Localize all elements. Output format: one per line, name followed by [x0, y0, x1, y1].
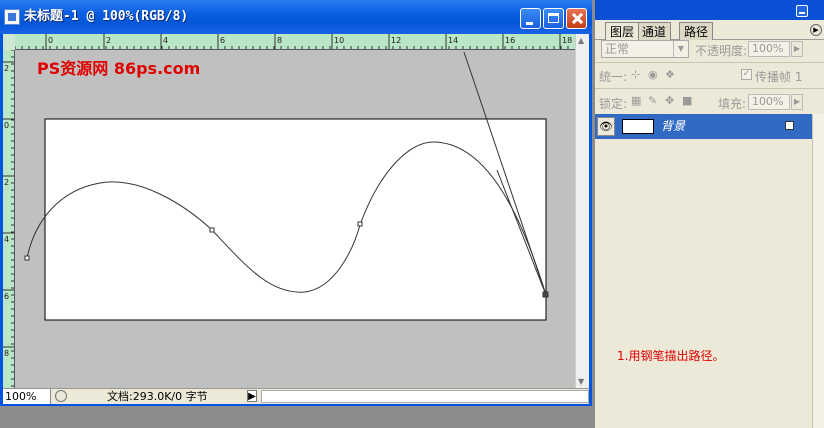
status-bar: 100% 文档:293.0K/0 字节 ▶ — [3, 388, 589, 404]
lock-position-move-icon[interactable]: ✥ — [665, 94, 674, 107]
close-button[interactable] — [566, 8, 587, 29]
anchor-point-start[interactable] — [24, 255, 30, 261]
unify-label: 统一: — [599, 70, 628, 84]
title-bar[interactable]: 未标题-1 @ 100%(RGB/8) — [0, 0, 592, 34]
lock-transparent-icon[interactable]: ▦ — [631, 94, 641, 107]
scroll-up-arrow-icon[interactable]: ▲ — [578, 36, 584, 45]
lock-label: 锁定: — [599, 97, 628, 111]
opacity-label: 不透明度: — [695, 44, 748, 58]
ruler-label: 2 — [4, 64, 9, 73]
opacity-arrow-icon[interactable]: ▶ — [791, 41, 803, 57]
ruler-label: 0 — [48, 36, 53, 45]
ruler-label: 4 — [163, 36, 168, 45]
ruler-label: 16 — [505, 36, 515, 45]
panel-scrollbar[interactable] — [812, 114, 824, 428]
anchor-point[interactable] — [209, 227, 215, 233]
layers-list-area: 1.用钢笔描出路径。 — [595, 139, 812, 428]
layer-name[interactable]: 背景 — [661, 118, 685, 135]
lock-all-icon[interactable]: ■ — [682, 94, 692, 107]
fill-arrow-icon[interactable]: ▶ — [791, 94, 803, 110]
eye-visibility-icon[interactable]: 👁 — [597, 117, 615, 136]
ruler-label: 10 — [334, 36, 344, 45]
canvas-svg[interactable]: PS资源网 86ps.com — [15, 50, 575, 388]
panel-menu-icon[interactable]: ▶ — [810, 24, 822, 36]
canvas-area[interactable]: PS资源网 86ps.com — [15, 50, 575, 388]
document-size-info: 文档:293.0K/0 字节 — [107, 390, 208, 403]
fill-field[interactable]: 100% — [748, 94, 790, 110]
ruler-label: 0 — [4, 121, 9, 130]
layer-lock-icon — [785, 121, 794, 130]
horizontal-ruler[interactable]: 2024681012141618 — [15, 34, 575, 50]
panel-title-bar[interactable] — [595, 0, 824, 20]
vertical-ruler-ticks: 2 0 2 4 6 8 — [3, 50, 14, 387]
workspace-background — [0, 406, 592, 428]
unify-visibility-icon[interactable]: ◉ — [648, 68, 658, 81]
blend-mode-value: 正常 — [605, 42, 630, 56]
ruler-label: 18 — [562, 36, 572, 45]
opacity-field[interactable]: 100% — [748, 41, 790, 57]
ruler-label: 2 — [106, 36, 111, 45]
vertical-ruler[interactable]: 2 0 2 4 6 8 — [3, 50, 15, 388]
document-canvas[interactable] — [44, 118, 547, 321]
panel-minimize-button[interactable] — [796, 5, 808, 17]
photoshop-document-icon — [4, 9, 20, 25]
unify-style-icon[interactable]: ❖ — [665, 68, 675, 81]
ruler-label: 4 — [4, 235, 9, 244]
lock-image-brush-icon[interactable]: ✎ — [648, 94, 657, 107]
status-menu-arrow-icon[interactable]: ▶ — [247, 390, 257, 402]
tab-layers[interactable]: 图层 — [605, 22, 640, 40]
ruler-label: 6 — [4, 292, 9, 301]
ruler-label: 2 — [4, 178, 9, 187]
unify-position-icon[interactable]: ⊹ — [631, 68, 640, 81]
ruler-origin[interactable] — [3, 34, 15, 50]
layer-link-cell[interactable] — [617, 117, 621, 136]
blend-mode-select[interactable]: 正常 ▼ — [601, 40, 689, 58]
status-circle-icon[interactable] — [55, 390, 67, 402]
propagate-frame-checkbox[interactable]: ✓ — [741, 69, 752, 80]
maximize-button[interactable] — [543, 8, 564, 29]
ruler-label: 14 — [448, 36, 458, 45]
minimize-button[interactable] — [520, 8, 541, 29]
divider — [595, 88, 824, 89]
layer-row-background[interactable]: 👁 背景 — [595, 114, 812, 139]
tutorial-annotation: 1.用钢笔描出路径。 — [617, 349, 725, 363]
panel-tabs: 图层 通道 路径 — [595, 20, 824, 40]
document-window: 未标题-1 @ 100%(RGB/8) 2024681012141618 202… — [0, 0, 592, 406]
watermark-text: PS资源网 86ps.com — [37, 59, 200, 78]
anchor-point-selected[interactable] — [542, 291, 549, 298]
vertical-scrollbar[interactable]: ▲ ▼ — [575, 34, 589, 388]
anchor-point[interactable] — [357, 221, 363, 227]
layers-panel: 图层 通道 路径 ▶ 正常 ▼ 不透明度: 100% ▶ 统一: ⊹ ◉ ❖ ✓… — [595, 0, 824, 428]
document-title: 未标题-1 @ 100%(RGB/8) — [24, 9, 189, 24]
layer-thumbnail[interactable] — [622, 119, 654, 134]
divider — [595, 62, 824, 63]
chevron-down-icon: ▼ — [673, 41, 688, 57]
tab-paths[interactable]: 路径 — [679, 22, 714, 40]
horizontal-scrollbar[interactable] — [261, 390, 589, 403]
propagate-label: 传播帧 1 — [755, 70, 803, 84]
tab-channels[interactable]: 通道 — [637, 22, 672, 40]
fill-label: 填充: — [718, 97, 747, 111]
ruler-label: 8 — [277, 36, 282, 45]
horizontal-ruler-ticks: 2024681012141618 — [15, 34, 572, 49]
zoom-field[interactable]: 100% — [3, 389, 51, 404]
ruler-label: 8 — [4, 349, 9, 358]
ruler-label: 12 — [391, 36, 401, 45]
ruler-label: 6 — [220, 36, 225, 45]
scroll-down-arrow-icon[interactable]: ▼ — [578, 377, 584, 386]
